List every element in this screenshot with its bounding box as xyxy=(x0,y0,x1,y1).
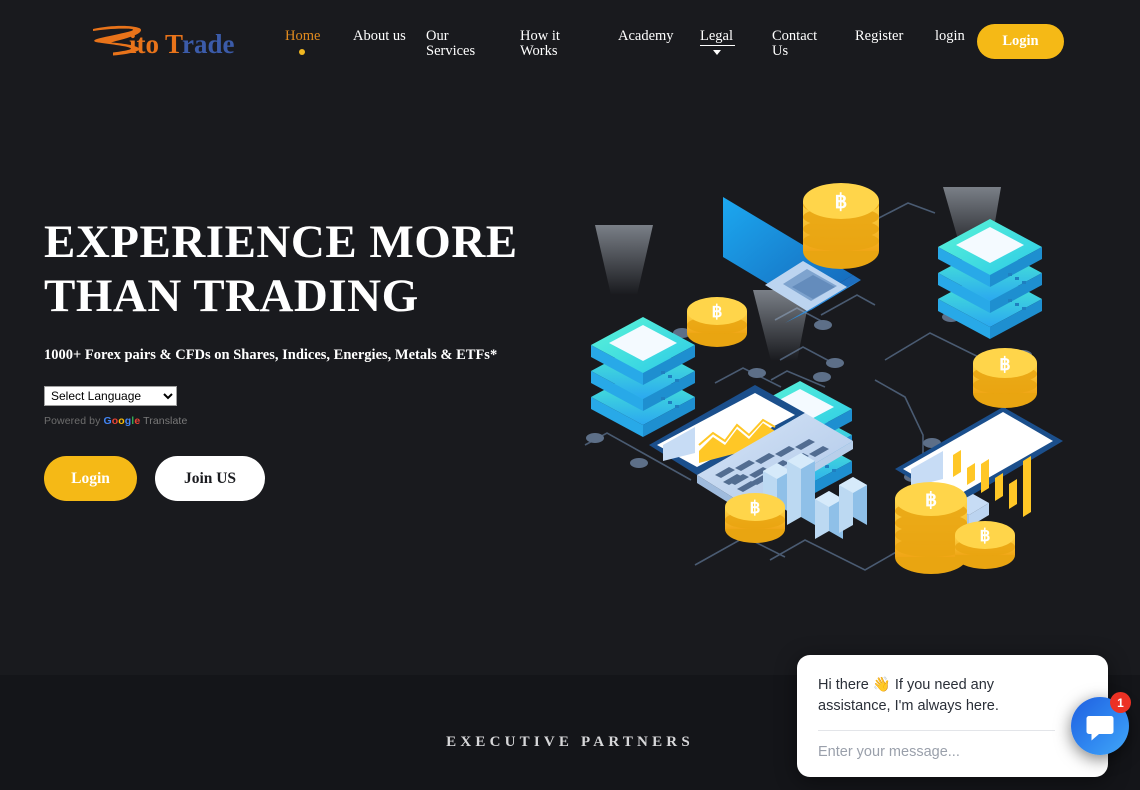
header-login-button[interactable]: Login xyxy=(977,24,1064,59)
chat-greeting-message: Hi there 👋 If you need any assistance, I… xyxy=(818,677,999,714)
ritotrade-logo-icon: ito T rade xyxy=(93,25,235,59)
svg-text:฿: ฿ xyxy=(750,498,761,517)
chevron-down-icon xyxy=(713,50,721,55)
page-root: ito T rade Home About us Our Services Ho… xyxy=(0,0,1140,790)
brand-logo[interactable]: ito T rade xyxy=(89,18,239,64)
nav-label: About us xyxy=(353,28,406,44)
nav-item-our-services[interactable]: Our Services xyxy=(426,29,488,58)
language-select[interactable]: Select Language xyxy=(44,386,177,406)
svg-text:฿: ฿ xyxy=(980,526,991,545)
chat-divider xyxy=(818,730,1055,731)
bitcoin-coin-stack-right: ฿ xyxy=(973,348,1037,408)
hero-title-line-1: EXPERIENCE MORE xyxy=(44,216,518,268)
nav-label: Contact Us xyxy=(772,28,818,59)
nav-label: Academy xyxy=(618,28,674,44)
nav-item-legal[interactable]: Legal xyxy=(700,28,748,55)
svg-text:฿: ฿ xyxy=(712,302,723,321)
svg-text:rade: rade xyxy=(182,29,235,59)
chat-unread-badge: 1 xyxy=(1110,692,1131,713)
nav-label: Our Services xyxy=(426,28,476,59)
site-header: ito T rade Home About us Our Services Ho… xyxy=(0,0,1140,84)
nav-label: Register xyxy=(855,28,904,44)
light-beam xyxy=(595,225,653,295)
bitcoin-coin-stack-bottom-right-small: ฿ xyxy=(955,521,1015,569)
nav-item-about-us[interactable]: About us xyxy=(353,29,415,44)
google-wordmark: Google xyxy=(103,415,141,427)
nav-label: Legal xyxy=(700,28,734,44)
hero-title-line-2: THAN TRADING xyxy=(44,270,419,322)
nav-label: Home xyxy=(285,28,321,44)
translate-credit-prefix: Powered by xyxy=(44,415,104,427)
chat-widget-panel: Hi there 👋 If you need any assistance, I… xyxy=(797,655,1108,777)
svg-text:ito: ito xyxy=(129,29,159,59)
bitcoin-coin-stack-bottom-left: ฿ xyxy=(725,493,785,543)
legal-underline xyxy=(700,45,735,46)
isometric-blockchain-illustration: ฿ ฿ ฿ ฿ ฿ ฿ xyxy=(584,183,1063,574)
svg-text:฿: ฿ xyxy=(835,191,848,213)
hero-login-button[interactable]: Login xyxy=(44,456,137,501)
nav-label: How it Works xyxy=(520,28,560,59)
hero-illustration: ฿ ฿ ฿ ฿ ฿ ฿ xyxy=(575,165,1085,575)
language-selector-wrapper: Select Language Powered by Google Transl… xyxy=(44,386,564,427)
nav-item-register[interactable]: Register xyxy=(855,29,923,44)
hero-subtitle: 1000+ Forex pairs & CFDs on Shares, Indi… xyxy=(44,347,498,363)
hero-content: EXPERIENCE MORE THAN TRADING 1000+ Forex… xyxy=(44,215,564,501)
nav-item-login-link[interactable]: login xyxy=(935,29,975,44)
chat-message-input[interactable] xyxy=(818,741,1068,763)
nav-item-how-it-works[interactable]: How it Works xyxy=(520,29,582,58)
bitcoin-coin-stack-bottom-right: ฿ xyxy=(895,482,967,574)
main-navigation: Home About us Our Services How it Works … xyxy=(285,20,985,70)
svg-text:T: T xyxy=(165,29,183,59)
svg-text:฿: ฿ xyxy=(925,490,937,511)
bitcoin-coin-stack-top: ฿ xyxy=(803,183,879,269)
translate-credit-suffix: Translate xyxy=(140,415,188,427)
nav-item-home[interactable]: Home xyxy=(285,28,347,55)
svg-text:฿: ฿ xyxy=(999,354,1010,374)
nav-item-contact-us[interactable]: Contact Us xyxy=(772,29,834,58)
hero-button-group: Login Join US xyxy=(44,456,564,501)
active-indicator-dot xyxy=(299,49,305,55)
hero-join-us-button[interactable]: Join US xyxy=(155,456,265,501)
nav-item-academy[interactable]: Academy xyxy=(618,29,688,44)
hero-title: EXPERIENCE MORE THAN TRADING xyxy=(44,215,564,323)
bitcoin-coin-stack-left: ฿ xyxy=(687,297,747,347)
nav-label: login xyxy=(935,28,965,44)
google-translate-credit: Powered by Google Translate xyxy=(44,415,564,427)
